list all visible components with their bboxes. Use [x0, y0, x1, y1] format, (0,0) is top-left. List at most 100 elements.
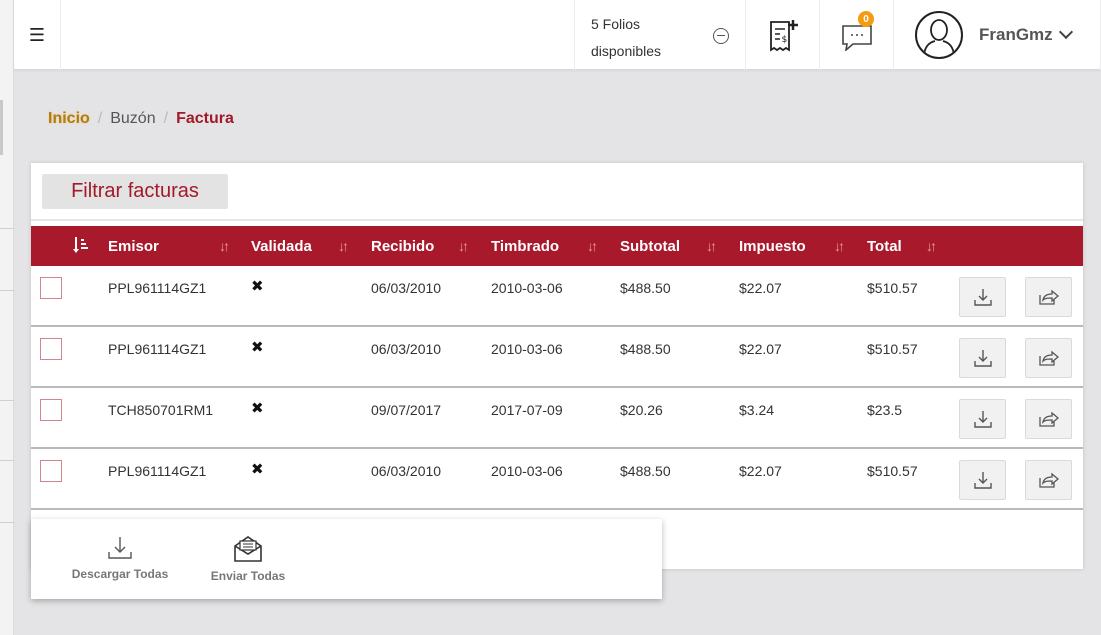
svg-text:$: $ [781, 35, 787, 45]
cell-emisor: TCH850701RM1 [108, 402, 214, 418]
table-header: Emisor ↓↑ Validada ↓↑ Recibido ↓↑ Timbra… [31, 226, 1083, 266]
cell-impuesto: $3.24 [739, 402, 775, 418]
download-button[interactable] [959, 460, 1006, 500]
folios-text: 5 Folios disponibles [591, 16, 662, 59]
notification-badge: 0 [858, 11, 874, 27]
column-header-timbrado[interactable]: Timbrado [491, 226, 559, 266]
download-button[interactable] [959, 277, 1006, 317]
cell-emisor: PPL961114GZ1 [108, 463, 207, 479]
sort-icon[interactable]: ↓↑ [219, 238, 233, 254]
cell-recibido: 06/03/2010 [371, 280, 442, 296]
row-checkbox[interactable] [40, 277, 62, 299]
download-all-label: Descargar Todas [71, 567, 169, 581]
cell-total: $510.57 [867, 280, 918, 296]
sidebar-divider [0, 400, 14, 401]
username: FranGmz [979, 25, 1053, 44]
download-icon [973, 289, 992, 306]
column-header-total[interactable]: Total [867, 226, 902, 266]
sort-icon[interactable]: ↓↑ [587, 238, 601, 254]
breadcrumb-separator: / [97, 110, 103, 127]
cell-total: $23.5 [867, 402, 903, 418]
share-button[interactable] [1025, 460, 1072, 500]
row-checkbox[interactable] [40, 338, 62, 360]
cell-recibido: 09/07/2017 [371, 402, 442, 418]
cell-emisor: PPL961114GZ1 [108, 341, 207, 357]
cell-impuesto: $22.07 [739, 463, 782, 479]
folios-widget[interactable]: 5 Folios disponibles [574, 0, 746, 70]
share-icon [1038, 289, 1059, 305]
filter-invoices-button[interactable]: Filtrar facturas [42, 174, 228, 209]
table-row: TCH850701RM1 ✖ 09/07/2017 2017-07-09 $20… [31, 388, 1083, 449]
download-button[interactable] [959, 399, 1006, 439]
menu-icon[interactable]: ☰ [14, 0, 61, 70]
cell-subtotal: $20.26 [620, 402, 663, 418]
cell-impuesto: $22.07 [739, 341, 782, 357]
bulk-actions-popover: Descargar Todas Enviar Todas [31, 519, 662, 599]
user-avatar-icon [923, 19, 955, 55]
send-all-label: Enviar Todas [210, 569, 286, 583]
cell-timbrado: 2017-07-09 [491, 402, 563, 418]
cell-subtotal: $488.50 [620, 463, 671, 479]
minus-circle-icon[interactable] [713, 28, 729, 44]
share-button[interactable] [1025, 338, 1072, 378]
download-all-button[interactable]: Descargar Todas [65, 535, 175, 581]
sidebar-divider [0, 290, 14, 291]
invoice-add-icon: $ [769, 20, 798, 52]
download-icon [973, 411, 992, 428]
column-header-recibido[interactable]: Recibido [371, 226, 434, 266]
column-header-emisor[interactable]: Emisor [108, 226, 159, 266]
cell-subtotal: $488.50 [620, 280, 671, 296]
row-checkbox[interactable] [40, 460, 62, 482]
x-mark-icon: ✖ [251, 461, 264, 478]
download-icon [973, 472, 992, 489]
cell-emisor: PPL961114GZ1 [108, 280, 207, 296]
x-mark-icon: ✖ [251, 339, 264, 356]
download-icon [108, 537, 132, 559]
cell-timbrado: 2010-03-06 [491, 341, 563, 357]
invoice-panel: Filtrar facturas Emisor ↓↑ Validada ↓↑ R… [31, 163, 1083, 569]
sort-icon[interactable]: ↓↑ [706, 238, 720, 254]
send-all-button[interactable]: Enviar Todas [193, 535, 303, 583]
row-checkbox[interactable] [40, 399, 62, 421]
top-header: ☰ 5 Folios disponibles $ 0 FranGmz [14, 0, 1101, 70]
download-icon [973, 350, 992, 367]
table-row: PPL961114GZ1 ✖ 06/03/2010 2010-03-06 $48… [31, 449, 1083, 510]
sidebar-divider [0, 228, 14, 229]
table-row: PPL961114GZ1 ✖ 06/03/2010 2010-03-06 $48… [31, 266, 1083, 327]
sort-icon[interactable]: ↓↑ [458, 238, 472, 254]
sort-icon[interactable]: ↓↑ [834, 238, 848, 254]
breadcrumb-separator: / [163, 110, 169, 127]
sort-icon[interactable]: ↓↑ [338, 238, 352, 254]
cell-timbrado: 2010-03-06 [491, 463, 563, 479]
cell-subtotal: $488.50 [620, 341, 671, 357]
cell-impuesto: $22.07 [739, 280, 782, 296]
avatar [915, 11, 963, 59]
column-header-subtotal[interactable]: Subtotal [620, 226, 680, 266]
sort-icon[interactable] [73, 236, 88, 253]
sort-icon[interactable]: ↓↑ [926, 238, 940, 254]
cell-timbrado: 2010-03-06 [491, 280, 563, 296]
cell-recibido: 06/03/2010 [371, 341, 442, 357]
share-icon [1038, 411, 1059, 427]
messages-button[interactable]: 0 [820, 0, 894, 70]
share-button[interactable] [1025, 399, 1072, 439]
breadcrumb-current: Factura [176, 110, 234, 127]
sidebar-divider [0, 460, 14, 461]
breadcrumb: Inicio / Buzón / Factura [48, 110, 234, 128]
divider [31, 219, 1083, 221]
breadcrumb-home[interactable]: Inicio [48, 110, 90, 128]
user-menu[interactable]: FranGmz [894, 0, 1101, 70]
download-button[interactable] [959, 338, 1006, 378]
share-button[interactable] [1025, 277, 1072, 317]
x-mark-icon: ✖ [251, 278, 264, 295]
envelope-icon [234, 536, 262, 562]
column-header-validada[interactable]: Validada [251, 226, 312, 266]
chevron-down-icon[interactable] [1058, 24, 1073, 40]
column-header-impuesto[interactable]: Impuesto [739, 226, 806, 266]
share-icon [1038, 350, 1059, 366]
new-invoice-button[interactable]: $ [746, 0, 820, 70]
breadcrumb-buzon[interactable]: Buzón [110, 110, 155, 128]
table-row: PPL961114GZ1 ✖ 06/03/2010 2010-03-06 $48… [31, 327, 1083, 388]
cell-total: $510.57 [867, 463, 918, 479]
left-sidebar [0, 0, 14, 635]
